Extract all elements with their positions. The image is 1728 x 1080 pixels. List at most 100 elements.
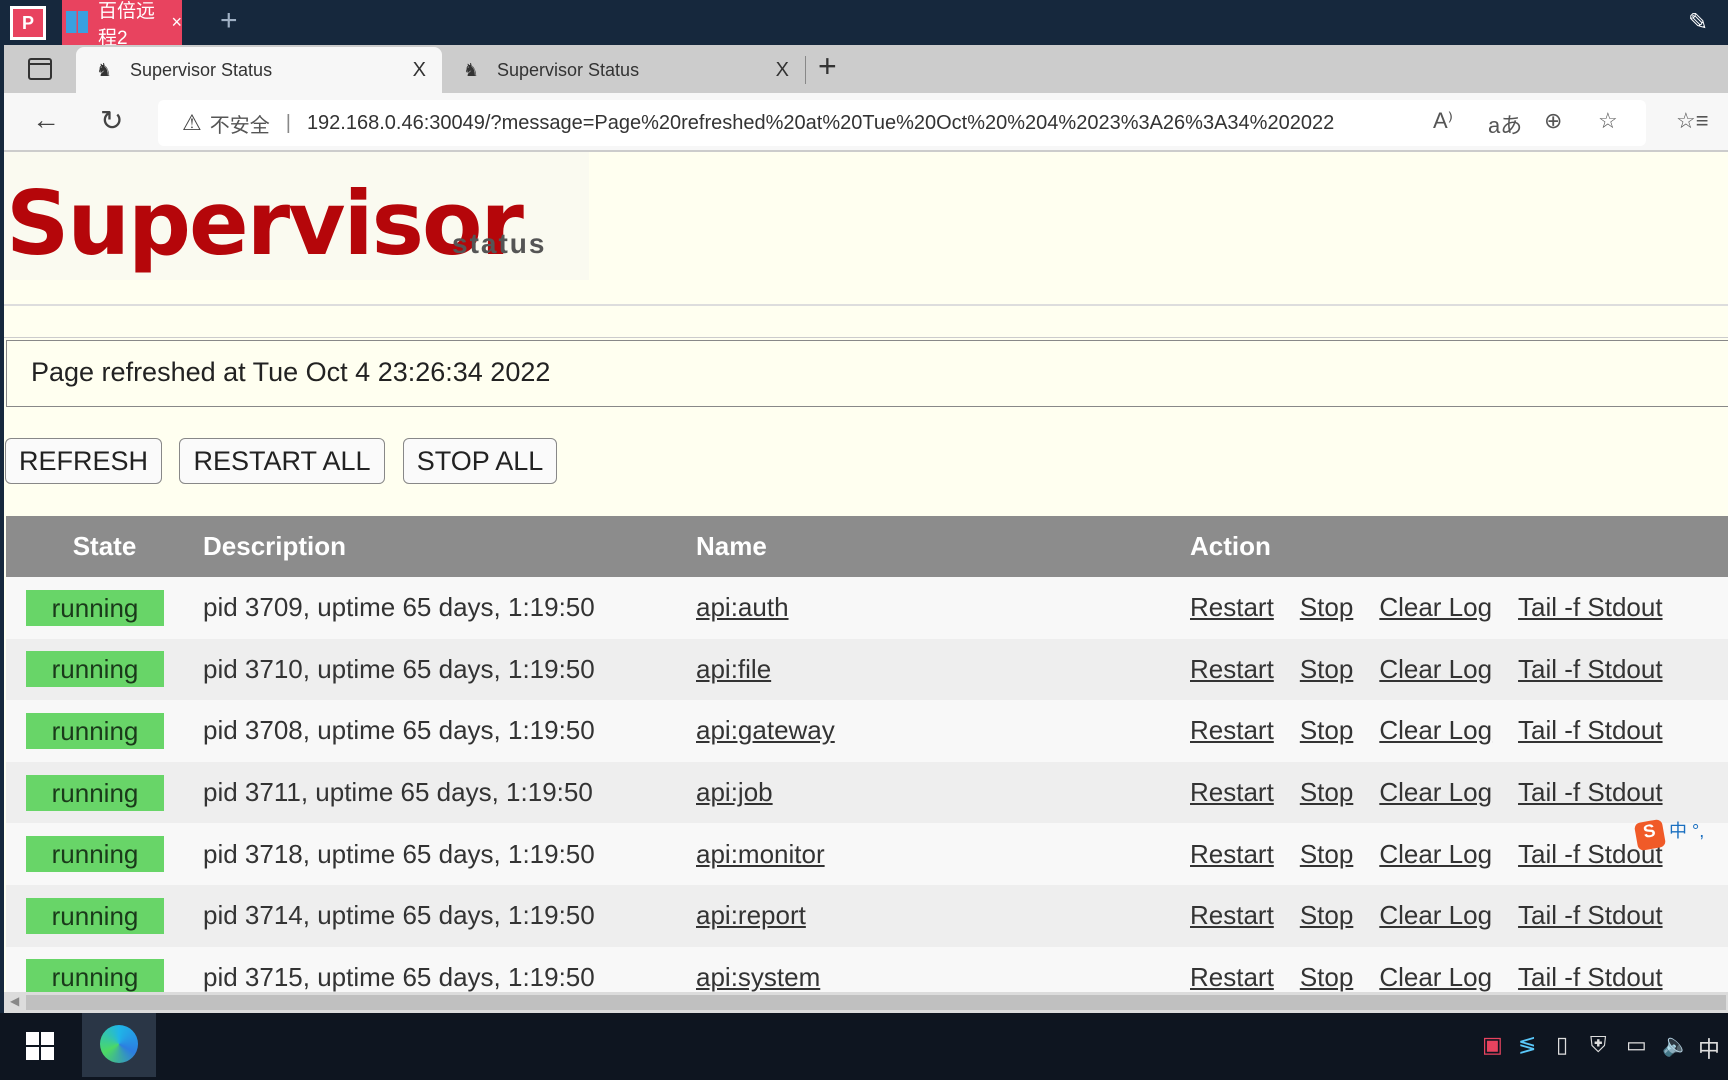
supervisor-logo: Supervisor xyxy=(6,172,524,275)
restart-link[interactable]: Restart xyxy=(1190,962,1274,992)
state-cell: running xyxy=(6,700,203,762)
clear-log-link[interactable]: Clear Log xyxy=(1379,839,1492,869)
table-row: running pid 3714, uptime 65 days, 1:19:5… xyxy=(6,884,1728,947)
reload-icon[interactable]: ↻ xyxy=(100,104,123,137)
restart-link[interactable]: Restart xyxy=(1190,900,1274,930)
state-cell: running xyxy=(6,638,203,701)
status-badge: running xyxy=(26,774,164,811)
sogou-icon: S xyxy=(1633,818,1667,852)
stop-link[interactable]: Stop xyxy=(1300,592,1354,622)
ime-toolbar[interactable]: S 中 °, xyxy=(1633,817,1704,852)
restart-link[interactable]: Restart xyxy=(1190,839,1274,869)
address-bar[interactable]: ⚠ 不安全 | 192.168.0.46:30049/?message=Page… xyxy=(158,100,1646,146)
add-session-button[interactable]: + xyxy=(220,4,238,38)
favorites-icon[interactable]: ☆≡ xyxy=(1676,108,1709,134)
clear-log-link[interactable]: Clear Log xyxy=(1379,715,1492,745)
table-row: running pid 3711, uptime 65 days, 1:19:5… xyxy=(6,761,1728,824)
warning-icon[interactable]: ⚠ xyxy=(182,110,202,136)
divider xyxy=(4,337,1728,338)
tail-stdout-link[interactable]: Tail -f Stdout xyxy=(1518,715,1663,745)
divider xyxy=(4,304,1728,306)
header-description: Description xyxy=(203,516,696,577)
new-tab-button[interactable]: + xyxy=(818,48,837,85)
network-icon[interactable]: ▭ xyxy=(1626,1032,1647,1058)
scroll-left-icon[interactable]: ◀ xyxy=(10,994,19,1008)
tail-stdout-link[interactable]: Tail -f Stdout xyxy=(1518,654,1663,684)
tab-supervisor-status-2[interactable]: ♞ Supervisor Status X xyxy=(443,47,805,93)
tab-title: Supervisor Status xyxy=(130,59,273,80)
tab-supervisor-status-1[interactable]: ♞ Supervisor Status X xyxy=(76,47,442,93)
security-shield-icon[interactable]: ⛨ xyxy=(1590,1032,1607,1058)
stop-link[interactable]: Stop xyxy=(1300,654,1354,684)
stop-link[interactable]: Stop xyxy=(1300,715,1354,745)
tail-stdout-link[interactable]: Tail -f Stdout xyxy=(1518,962,1663,992)
tail-stdout-link[interactable]: Tail -f Stdout xyxy=(1518,900,1663,930)
stop-link[interactable]: Stop xyxy=(1300,839,1354,869)
process-name-link[interactable]: api:gateway xyxy=(696,715,835,745)
refresh-button[interactable]: REFRESH xyxy=(5,438,162,484)
description-cell: pid 3708, uptime 65 days, 1:19:50 xyxy=(203,700,696,762)
process-name-link[interactable]: api:auth xyxy=(696,592,789,622)
translate-icon[interactable]: aあ xyxy=(1488,108,1522,140)
clear-log-link[interactable]: Clear Log xyxy=(1379,592,1492,622)
name-cell: api:file xyxy=(696,638,1190,701)
stop-link[interactable]: Stop xyxy=(1300,777,1354,807)
remote-titlebar xyxy=(0,0,1728,45)
security-label[interactable]: 不安全 xyxy=(210,109,270,138)
sync-tray-icon[interactable]: ≶ xyxy=(1518,1032,1536,1058)
process-name-link[interactable]: api:job xyxy=(696,777,773,807)
add-favorite-icon[interactable]: ☆ xyxy=(1598,108,1618,134)
app-tray-icon[interactable]: ▣ xyxy=(1482,1032,1503,1058)
process-name-link[interactable]: api:system xyxy=(696,962,820,992)
unpin-icon[interactable]: ✎ xyxy=(1688,8,1708,37)
state-cell: running xyxy=(6,884,203,947)
ime-indicator[interactable]: 中 xyxy=(1698,1032,1720,1064)
close-tab-icon[interactable]: X xyxy=(413,59,426,82)
clear-log-link[interactable]: Clear Log xyxy=(1379,654,1492,684)
edge-taskbar-icon[interactable] xyxy=(82,1013,156,1077)
clear-log-link[interactable]: Clear Log xyxy=(1379,777,1492,807)
clear-log-link[interactable]: Clear Log xyxy=(1379,962,1492,992)
name-cell: api:auth xyxy=(696,577,1190,639)
tail-stdout-link[interactable]: Tail -f Stdout xyxy=(1518,777,1663,807)
app-logo-icon: P xyxy=(10,6,46,40)
header-state: State xyxy=(6,516,203,577)
close-icon[interactable]: × xyxy=(171,12,182,33)
restart-link[interactable]: Restart xyxy=(1190,592,1274,622)
tab-actions-icon[interactable] xyxy=(28,58,52,80)
state-cell: running xyxy=(6,761,203,824)
restart-link[interactable]: Restart xyxy=(1190,777,1274,807)
windows-start-icon[interactable] xyxy=(26,1032,54,1060)
zoom-icon[interactable]: ⊕ xyxy=(1544,108,1562,134)
taskbar xyxy=(0,1013,1728,1080)
restart-link[interactable]: Restart xyxy=(1190,654,1274,684)
restart-all-button[interactable]: RESTART ALL xyxy=(179,438,385,484)
clear-log-link[interactable]: Clear Log xyxy=(1379,900,1492,930)
restart-link[interactable]: Restart xyxy=(1190,715,1274,745)
table-row: running pid 3708, uptime 65 days, 1:19:5… xyxy=(6,700,1728,762)
status-badge: running xyxy=(26,712,164,749)
description-cell: pid 3718, uptime 65 days, 1:19:50 xyxy=(203,823,696,885)
state-cell: running xyxy=(6,823,203,885)
process-name-link[interactable]: api:report xyxy=(696,900,806,930)
close-tab-icon[interactable]: X xyxy=(776,59,789,82)
name-cell: api:system xyxy=(696,946,1190,992)
status-badge: running xyxy=(26,836,164,873)
stop-link[interactable]: Stop xyxy=(1300,962,1354,992)
header-name: Name xyxy=(696,516,1190,577)
page-content: Supervisor status Page refreshed at Tue … xyxy=(4,152,1728,992)
read-aloud-icon[interactable]: A⁾ xyxy=(1433,108,1453,134)
process-name-link[interactable]: api:monitor xyxy=(696,839,825,869)
description-cell: pid 3715, uptime 65 days, 1:19:50 xyxy=(203,946,696,992)
usb-icon[interactable]: ▯ xyxy=(1556,1032,1568,1058)
stop-all-button[interactable]: STOP ALL xyxy=(403,438,557,484)
url-text[interactable]: 192.168.0.46:30049/?message=Page%20refre… xyxy=(307,112,1334,135)
volume-icon[interactable]: 🔈 xyxy=(1662,1032,1689,1058)
table-row: running pid 3709, uptime 65 days, 1:19:5… xyxy=(6,577,1728,639)
tail-stdout-link[interactable]: Tail -f Stdout xyxy=(1518,592,1663,622)
name-cell: api:gateway xyxy=(696,700,1190,762)
scrollbar-thumb[interactable] xyxy=(26,995,1726,1010)
process-name-link[interactable]: api:file xyxy=(696,654,771,684)
back-arrow-icon[interactable]: ← xyxy=(32,104,60,136)
stop-link[interactable]: Stop xyxy=(1300,900,1354,930)
